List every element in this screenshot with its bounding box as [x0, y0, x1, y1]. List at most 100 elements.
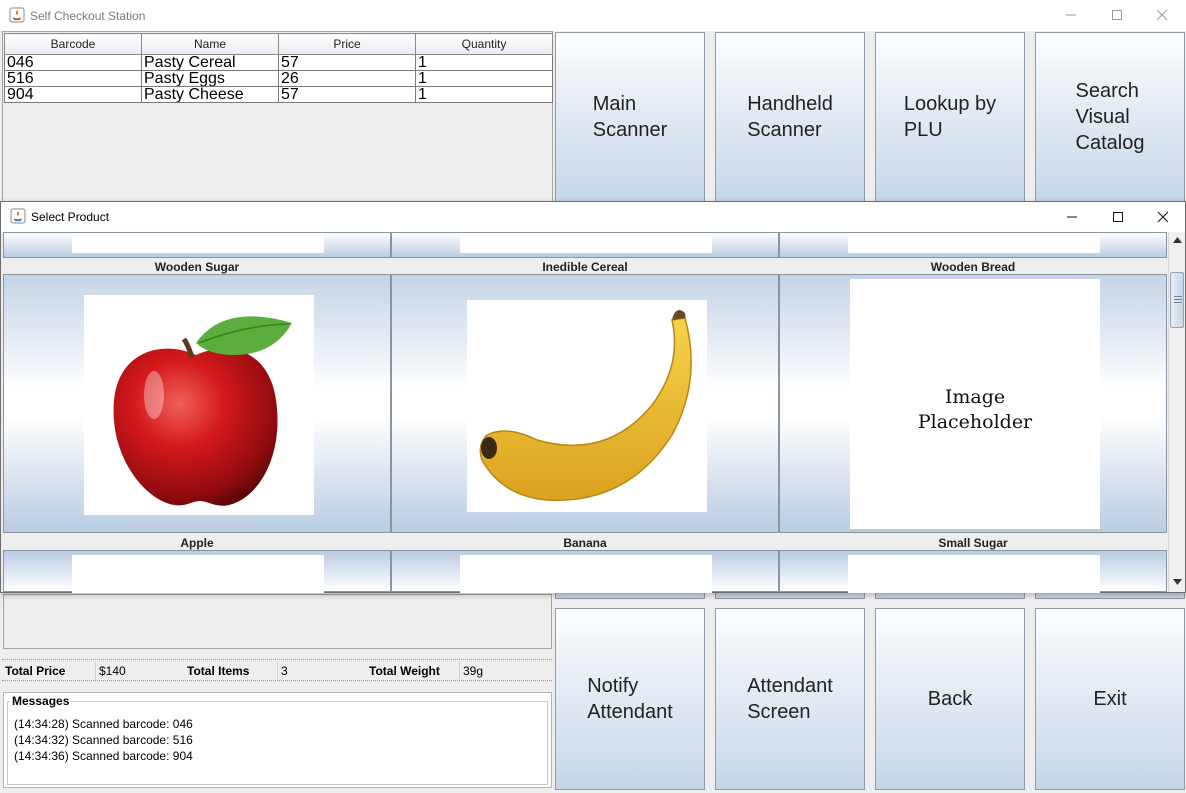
- scroll-up-icon[interactable]: [1169, 232, 1185, 248]
- java-app-icon: [10, 208, 26, 224]
- product-label-inedible-cereal: Inedible Cereal: [542, 260, 628, 274]
- product-tile-apple[interactable]: [3, 274, 391, 533]
- name-cell: Pasty Cheese: [141, 86, 279, 103]
- hidden-button-stub: [1035, 592, 1185, 599]
- price-cell: 57: [278, 54, 416, 71]
- quantity-cell: 1: [415, 54, 553, 71]
- search-catalog-label-line2: Visual: [1075, 106, 1130, 128]
- column-header-name[interactable]: Name: [141, 33, 279, 55]
- name-cell: Pasty Cereal: [141, 54, 279, 71]
- product-tile-small-sugar[interactable]: Image Placeholder: [779, 274, 1167, 533]
- totals-bar: Total Price $140 Total Items 3 Total Wei…: [2, 659, 552, 681]
- notify-attendant-button[interactable]: Notify Attendant: [555, 608, 705, 790]
- product-label-wooden-sugar: Wooden Sugar: [154, 260, 240, 274]
- apple-image: [84, 295, 314, 515]
- product-tile-partial[interactable]: [391, 232, 779, 258]
- product-label-wooden-bread: Wooden Bread: [930, 260, 1016, 274]
- product-tile-banana[interactable]: [391, 274, 779, 533]
- exit-label: Exit: [1093, 688, 1127, 710]
- handheld-scanner-label-line1: Handheld: [747, 93, 833, 115]
- product-label-apple: Apple: [180, 536, 214, 550]
- total-price-value: $140: [95, 662, 183, 680]
- total-weight-value: 39g: [459, 662, 549, 680]
- table-row[interactable]: 046 Pasty Cereal 57 1: [4, 54, 553, 71]
- lookup-plu-label-line1: Lookup by: [903, 93, 997, 115]
- scroll-down-icon[interactable]: [1169, 574, 1185, 590]
- main-scanner-button[interactable]: Main Scanner: [555, 32, 705, 202]
- table-row[interactable]: 904 Pasty Cheese 57 1: [4, 86, 553, 103]
- barcode-cell: 516: [4, 70, 142, 87]
- attendant-screen-label-line1: Attendant: [747, 675, 833, 697]
- minimize-icon[interactable]: [1048, 0, 1094, 30]
- search-catalog-label-line3: Catalog: [1075, 132, 1145, 154]
- attendant-screen-button[interactable]: Attendant Screen: [715, 608, 865, 790]
- handheld-scanner-button[interactable]: Handheld Scanner: [715, 32, 865, 202]
- product-label-small-sugar: Small Sugar: [938, 536, 1008, 550]
- close-icon[interactable]: [1139, 0, 1185, 30]
- barcode-cell: 904: [4, 86, 142, 103]
- messages-panel: Messages (14:34:28) Scanned barcode: 046…: [3, 692, 552, 788]
- total-price-label: Total Price: [5, 664, 66, 678]
- message-line: (14:34:36) Scanned barcode: 904: [14, 749, 193, 763]
- hidden-button-stub: [555, 592, 705, 599]
- minimize-icon[interactable]: [1049, 202, 1095, 232]
- close-icon[interactable]: [1140, 202, 1186, 232]
- thumb-grip: [1174, 299, 1182, 300]
- product-label-banana: Banana: [563, 536, 607, 550]
- main-title-bar: Self Checkout Station: [0, 0, 1186, 31]
- maximize-icon[interactable]: [1095, 202, 1141, 232]
- price-cell: 57: [278, 86, 416, 103]
- product-tile-partial[interactable]: [3, 232, 391, 258]
- search-catalog-label-line1: Search: [1075, 80, 1139, 102]
- back-label: Back: [927, 688, 973, 710]
- product-image-area: [848, 233, 1100, 253]
- messages-legend: Messages: [10, 694, 72, 708]
- lookup-plu-label-line2: PLU: [903, 119, 943, 141]
- total-items-label: Total Items: [187, 664, 250, 678]
- product-image-area: [460, 555, 712, 593]
- quantity-cell: 1: [415, 70, 553, 87]
- product-tile-partial[interactable]: [779, 550, 1167, 593]
- vertical-scrollbar[interactable]: [1168, 232, 1185, 592]
- hidden-button-stub: [715, 592, 865, 599]
- placeholder-line2: Placeholder: [917, 411, 1033, 433]
- barcode-cell: 046: [4, 54, 142, 71]
- table-row[interactable]: 516 Pasty Eggs 26 1: [4, 70, 553, 87]
- attendant-screen-label-line2: Screen: [747, 701, 811, 723]
- product-image-area: [72, 555, 324, 593]
- cart-table-panel: Barcode Name Price Quantity 046 Pasty Ce…: [2, 31, 553, 203]
- back-button[interactable]: Back: [875, 608, 1025, 790]
- column-header-barcode[interactable]: Barcode: [4, 33, 142, 55]
- product-tile-partial[interactable]: [391, 550, 779, 593]
- price-cell: 26: [278, 70, 416, 87]
- placeholder-line1: Image: [944, 386, 1006, 408]
- message-line: (14:34:28) Scanned barcode: 046: [14, 717, 193, 731]
- popup-title: Select Product: [31, 210, 110, 224]
- exit-button[interactable]: Exit: [1035, 608, 1185, 790]
- lookup-plu-button[interactable]: Lookup by PLU: [875, 32, 1025, 202]
- maximize-icon[interactable]: [1094, 0, 1140, 30]
- product-image-area: [460, 233, 712, 253]
- main-scanner-label-line2: Scanner: [592, 119, 668, 141]
- handheld-scanner-label-line2: Scanner: [747, 119, 822, 141]
- hidden-button-stub: [875, 592, 1025, 599]
- quantity-cell: 1: [415, 86, 553, 103]
- java-app-icon: [9, 7, 25, 23]
- product-tile-partial[interactable]: [779, 232, 1167, 258]
- name-cell: Pasty Eggs: [141, 70, 279, 87]
- column-header-quantity[interactable]: Quantity: [415, 33, 553, 55]
- cart-table: Barcode Name Price Quantity 046 Pasty Ce…: [4, 33, 553, 103]
- thumb-grip: [1174, 296, 1182, 297]
- scrollbar-thumb[interactable]: [1170, 272, 1184, 328]
- product-tile-partial[interactable]: [3, 550, 391, 593]
- notify-attendant-label-line1: Notify: [587, 675, 639, 697]
- search-visual-catalog-button[interactable]: Search Visual Catalog: [1035, 32, 1185, 202]
- column-header-price[interactable]: Price: [278, 33, 416, 55]
- message-line: (14:34:32) Scanned barcode: 516: [14, 733, 193, 747]
- notify-attendant-label-line2: Attendant: [587, 701, 673, 723]
- weight-area-panel: [3, 594, 552, 649]
- image-placeholder-text: Image Placeholder: [850, 385, 1100, 435]
- product-image-area: [848, 555, 1100, 593]
- total-items-value: 3: [277, 662, 365, 680]
- total-weight-label: Total Weight: [369, 664, 440, 678]
